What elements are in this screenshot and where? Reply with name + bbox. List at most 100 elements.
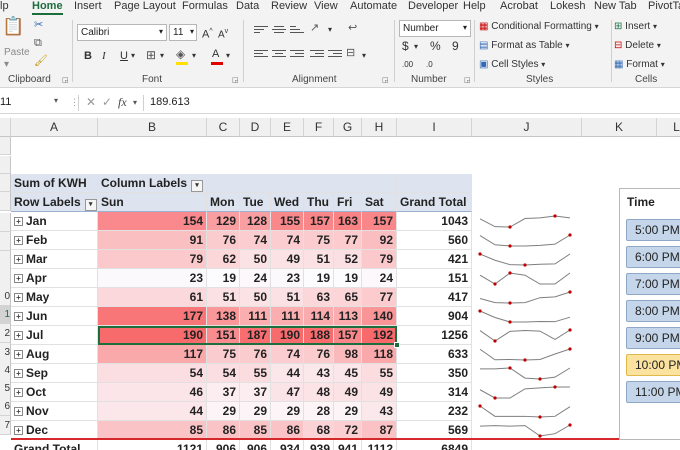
bold-button[interactable]: B	[84, 49, 92, 63]
sparkline-dec[interactable]	[478, 423, 572, 438]
pivot-row-label[interactable]: + Jul	[11, 326, 98, 345]
format-cells-button[interactable]: ▦ Format ▾	[614, 58, 665, 72]
cut-icon[interactable]: ✂	[34, 18, 43, 32]
ribbon-tab-pivottab[interactable]: PivotTab	[648, 0, 680, 12]
sparkline-may[interactable]	[478, 290, 572, 305]
pivot-value-cell[interactable]: 92	[362, 231, 397, 250]
row-header[interactable]	[0, 251, 11, 270]
grand-total-cell[interactable]: 941	[334, 440, 362, 450]
shrink-font-icon[interactable]: Av	[218, 25, 228, 42]
format-painter-icon[interactable]: 🖌	[34, 54, 48, 68]
pivot-value-cell[interactable]: 190	[271, 326, 304, 345]
wrap-text-icon[interactable]: ↩	[348, 21, 357, 35]
pivot-value-cell[interactable]: 28	[304, 402, 334, 421]
pivot-value-cell[interactable]: 44	[98, 402, 207, 421]
sparkline-jul[interactable]	[478, 328, 572, 343]
clipboard-launcher-icon[interactable]: ◲	[62, 76, 69, 84]
pivot-value-cell[interactable]: 54	[207, 364, 240, 383]
row-header[interactable]: 2	[0, 324, 11, 343]
pivot-value-cell[interactable]: 49	[362, 383, 397, 402]
sparkline-nov[interactable]	[478, 404, 572, 419]
sparkline-oct[interactable]	[478, 385, 572, 400]
pivot-value-cell[interactable]: 37	[240, 383, 271, 402]
paste-dropdown-icon[interactable]: ▾	[4, 58, 9, 72]
pivot-value-cell[interactable]: 50	[240, 288, 271, 307]
pivot-value-cell[interactable]: 76	[304, 345, 334, 364]
slicer-item-11-00-pm[interactable]: 11:00 PM	[626, 381, 680, 403]
ribbon-tab-review[interactable]: Review	[271, 0, 307, 12]
fill-handle[interactable]	[394, 342, 400, 348]
align-center-icon[interactable]	[272, 48, 286, 60]
name-box[interactable]: 11	[0, 94, 62, 112]
row-header[interactable]	[0, 269, 11, 288]
expand-icon[interactable]: +	[14, 236, 23, 245]
pivot-row-label[interactable]: + Jan	[11, 212, 98, 231]
pivot-row-total[interactable]: 314	[397, 383, 472, 402]
currency-button[interactable]: $	[402, 39, 409, 53]
column-header-g[interactable]: G	[334, 118, 362, 137]
row-header[interactable]	[0, 174, 11, 192]
paste-icon[interactable]: 📋	[2, 17, 24, 35]
pivot-value-cell[interactable]: 77	[362, 288, 397, 307]
sparkline-feb[interactable]	[478, 233, 572, 248]
slicer-item-8-00-pm[interactable]: 8:00 PM	[626, 300, 680, 322]
pivot-value-cell[interactable]: 98	[334, 345, 362, 364]
ribbon-tab-lokesh[interactable]: Lokesh	[550, 0, 585, 12]
pivot-value-cell[interactable]: 46	[98, 383, 207, 402]
pivot-value-cell[interactable]: 51	[304, 250, 334, 269]
expand-icon[interactable]: +	[14, 312, 23, 321]
pivot-row-label[interactable]: + Sep	[11, 364, 98, 383]
underline-dropdown-icon[interactable]: ▾	[131, 49, 135, 63]
enter-icon[interactable]: ✓	[102, 95, 112, 109]
pivot-value-cell[interactable]: 43	[362, 402, 397, 421]
cell-styles-button[interactable]: ▣ Cell Styles ▾	[479, 58, 545, 72]
pivot-value-cell[interactable]: 29	[271, 402, 304, 421]
pivot-value-cell[interactable]: 190	[98, 326, 207, 345]
decrease-decimal-button[interactable]: .0	[426, 58, 433, 72]
pivot-value-cell[interactable]: 49	[334, 383, 362, 402]
pivot-value-cell[interactable]: 79	[362, 250, 397, 269]
pivot-value-cell[interactable]: 163	[334, 212, 362, 231]
pivot-row-total[interactable]: 904	[397, 307, 472, 326]
fill-dropdown-icon[interactable]: ▾	[192, 49, 196, 63]
expand-icon[interactable]: +	[14, 293, 23, 302]
column-header-i[interactable]: I	[397, 118, 472, 137]
pivot-value-cell[interactable]: 111	[271, 307, 304, 326]
pivot-row-total[interactable]: 560	[397, 231, 472, 250]
pivot-value-cell[interactable]: 188	[304, 326, 334, 345]
expand-icon[interactable]: +	[14, 350, 23, 359]
increase-indent-icon[interactable]	[328, 48, 342, 60]
slicer-item-7-00-pm[interactable]: 7:00 PM	[626, 273, 680, 295]
pivot-row-label[interactable]: + May	[11, 288, 98, 307]
pivot-value-cell[interactable]: 151	[207, 326, 240, 345]
row-labels-filter-icon[interactable]: ▾	[84, 199, 97, 211]
pivot-value-cell[interactable]: 157	[334, 326, 362, 345]
ribbon-tab-view[interactable]: View	[314, 0, 338, 12]
pivot-value-cell[interactable]: 74	[240, 231, 271, 250]
pivot-row-total[interactable]: 633	[397, 345, 472, 364]
pivot-value-cell[interactable]: 63	[304, 288, 334, 307]
pivot-value-cell[interactable]: 51	[271, 288, 304, 307]
pivot-row-total[interactable]: 1256	[397, 326, 472, 345]
pivot-value-cell[interactable]: 187	[240, 326, 271, 345]
slicer-item-9-00-pm[interactable]: 9:00 PM	[626, 327, 680, 349]
pivot-row-label[interactable]: + Jun	[11, 307, 98, 326]
ribbon-tab-page-layout[interactable]: Page Layout	[114, 0, 176, 12]
select-all-corner[interactable]	[0, 118, 11, 137]
pivot-value-cell[interactable]: 47	[271, 383, 304, 402]
formula-input[interactable]: 189.613	[150, 96, 190, 108]
increase-decimal-button[interactable]: .00	[402, 58, 413, 72]
expand-icon[interactable]: +	[14, 331, 23, 340]
borders-icon[interactable]: ⊞	[146, 48, 156, 62]
row-header[interactable]: 3	[0, 343, 11, 362]
pivot-value-cell[interactable]: 52	[334, 250, 362, 269]
pivot-value-cell[interactable]: 37	[207, 383, 240, 402]
font-name-select[interactable]: Calibri ▾	[77, 24, 167, 41]
format-as-table-button[interactable]: ▤ Format as Table ▾	[479, 39, 570, 53]
pivot-value-cell[interactable]: 140	[362, 307, 397, 326]
name-box-dropdown-icon[interactable]: ▾	[54, 96, 58, 105]
pivot-value-cell[interactable]: 128	[240, 212, 271, 231]
cancel-icon[interactable]: ✕	[86, 95, 96, 109]
pivot-value-cell[interactable]: 55	[240, 364, 271, 383]
orientation-dropdown-icon[interactable]: ▾	[328, 23, 332, 37]
